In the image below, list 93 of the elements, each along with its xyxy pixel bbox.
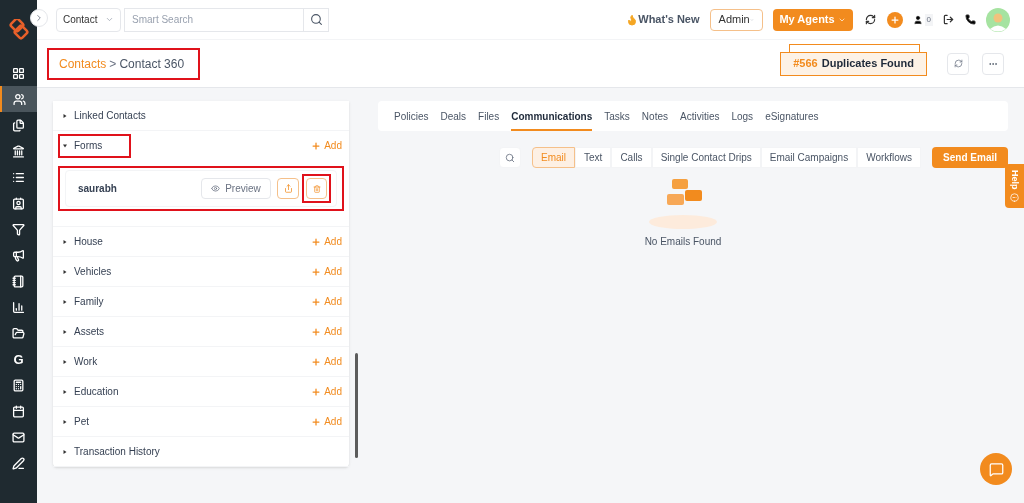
plus-icon	[311, 326, 322, 337]
tab[interactable]: Communications	[511, 109, 593, 131]
funnel-icon	[12, 222, 25, 236]
plus-icon	[311, 416, 322, 427]
duplicates-label: Duplicates Found	[821, 56, 914, 72]
bank-icon	[12, 144, 25, 158]
mail-icon	[12, 430, 25, 444]
section-toggle[interactable]: Forms	[58, 133, 131, 158]
caret-right-icon	[63, 113, 67, 118]
trash-icon	[312, 184, 321, 193]
user-icon[interactable]	[912, 14, 923, 25]
sidebar-item[interactable]: G	[0, 346, 37, 372]
section-toggle[interactable]: Education	[58, 379, 135, 404]
section-toggle[interactable]: Vehicles	[58, 259, 128, 284]
refresh-icon[interactable]	[864, 14, 876, 25]
sidebar-item[interactable]	[0, 86, 37, 112]
section-toggle[interactable]: Assets	[58, 319, 120, 344]
channel-tab[interactable]: Single Contact Drips	[651, 147, 761, 168]
plus-icon	[311, 266, 322, 277]
list-icon	[12, 170, 25, 184]
tab[interactable]: Policies	[394, 109, 429, 131]
plus-icon	[311, 356, 322, 367]
caret-down-icon	[63, 143, 67, 148]
eye-icon	[211, 184, 221, 193]
plus-icon	[311, 386, 322, 397]
info-icon	[1010, 192, 1019, 202]
caret-right-icon	[63, 389, 67, 394]
flame-icon	[626, 13, 639, 26]
caret-right-icon	[63, 449, 67, 454]
search-field[interactable]: Smart Search	[124, 7, 304, 32]
calendar-icon	[12, 404, 25, 418]
tab[interactable]: Notes	[641, 109, 668, 131]
tab[interactable]: Activities	[680, 109, 720, 131]
role-select[interactable]: Admin	[709, 8, 763, 31]
chevron-right-icon	[34, 13, 44, 23]
duplicates-count: #566	[793, 56, 818, 72]
section-toggle[interactable]: Linked Contacts	[58, 103, 162, 128]
people-icon	[13, 92, 26, 106]
caret-right-icon	[63, 419, 67, 424]
search-button[interactable]	[499, 147, 522, 168]
search-icon	[505, 152, 516, 163]
section-toggle[interactable]: Family	[58, 289, 120, 314]
plus-icon	[311, 140, 322, 151]
grid-icon	[12, 66, 25, 80]
search-icon	[309, 13, 323, 26]
empty-message: No Emails Found	[644, 235, 722, 249]
chevron-down-icon	[105, 15, 114, 24]
tab[interactable]: Deals	[440, 109, 467, 131]
section-toggle[interactable]: Transaction History	[58, 439, 176, 464]
phone-icon[interactable]	[965, 14, 976, 25]
refresh-icon	[953, 59, 963, 68]
caret-right-icon	[63, 299, 67, 304]
megaphone-icon	[12, 248, 25, 262]
documents-icon	[12, 118, 25, 132]
caret-right-icon	[63, 239, 67, 244]
section-toggle[interactable]: Work	[58, 349, 114, 374]
share-icon	[283, 184, 293, 193]
pen-icon	[12, 456, 25, 470]
notification-count: 0	[924, 13, 933, 26]
duplicates-badge[interactable]: #566 Duplicates Found	[780, 51, 927, 76]
search-button[interactable]	[304, 7, 329, 32]
plus-icon	[311, 296, 322, 307]
channel-tab[interactable]: Text	[575, 147, 612, 168]
channel-tab[interactable]: Email Campaigns	[760, 147, 858, 168]
tab[interactable]: Tasks	[604, 109, 630, 131]
plus-icon	[889, 14, 900, 25]
tab[interactable]: Logs	[731, 109, 754, 131]
section-toggle[interactable]: House	[58, 229, 119, 254]
whats-new-link[interactable]: What's New	[626, 11, 700, 28]
preview-button[interactable]: Preview	[201, 178, 271, 199]
scrollbar-thumb[interactable]	[354, 353, 358, 458]
letter-icon: G	[13, 352, 24, 366]
channel-tab[interactable]: Calls	[611, 147, 652, 168]
section-toggle[interactable]: Pet	[58, 409, 105, 434]
channel-tab[interactable]: Workflows	[857, 147, 922, 168]
contact-card-icon	[12, 196, 25, 210]
bar-chart-icon	[12, 300, 25, 314]
entity-select[interactable]: Contact	[56, 7, 121, 32]
caret-right-icon	[63, 269, 67, 274]
logo-icon	[7, 19, 30, 41]
folder-icon	[12, 326, 25, 340]
form-name: saurabh	[78, 182, 118, 196]
chat-icon	[988, 461, 1004, 477]
tab[interactable]: eSignatures	[765, 109, 819, 131]
logout-icon[interactable]	[943, 14, 954, 25]
caret-right-icon	[63, 359, 67, 364]
calculator-icon	[12, 378, 25, 392]
breadcrumb-separator: >	[109, 55, 117, 73]
caret-right-icon	[63, 329, 67, 334]
breadcrumb-current: Contact 360	[119, 55, 185, 73]
tab[interactable]: Files	[478, 109, 500, 131]
plus-icon	[311, 236, 322, 247]
notebook-icon	[12, 274, 25, 288]
